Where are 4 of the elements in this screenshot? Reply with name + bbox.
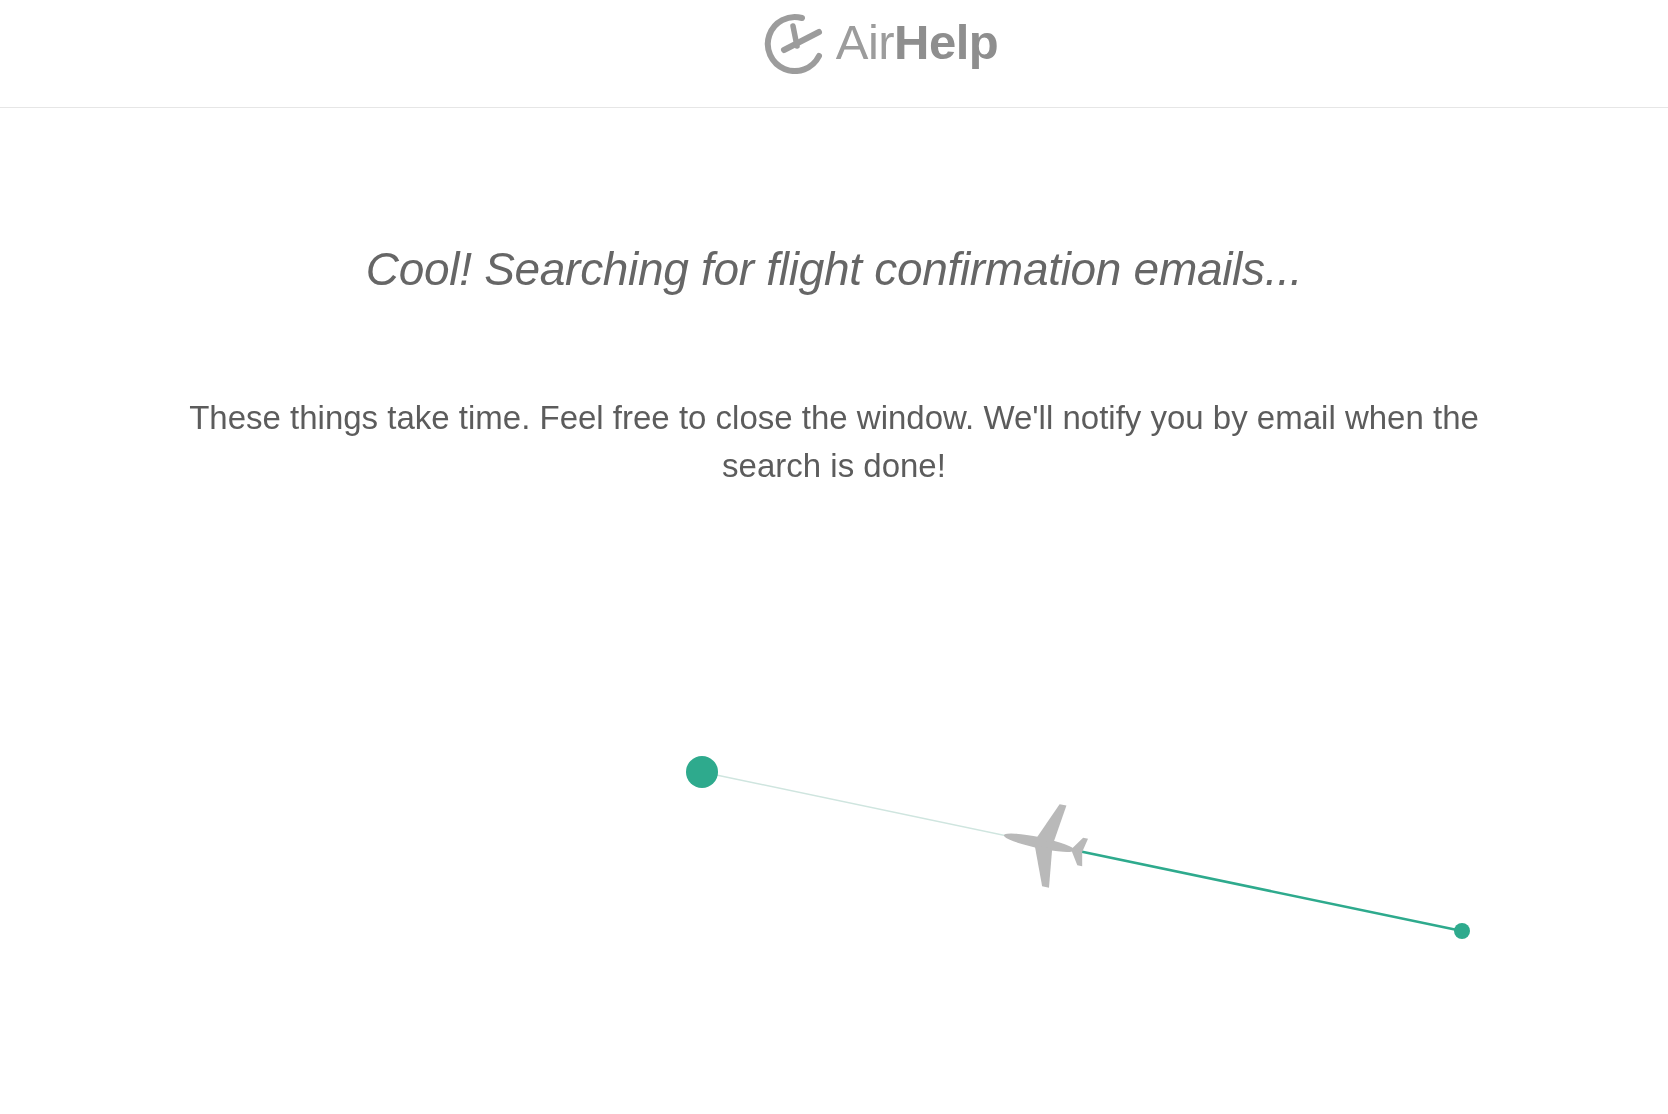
logo-wordmark: AirHelp	[835, 18, 999, 67]
status-heading: Cool! Searching for flight confirmation emails...	[365, 242, 1303, 297]
airplane-icon	[1003, 804, 1088, 888]
info-message: These things take time. Feel free to close the window. We'll notify you by email when the search is done!	[188, 398, 1480, 486]
